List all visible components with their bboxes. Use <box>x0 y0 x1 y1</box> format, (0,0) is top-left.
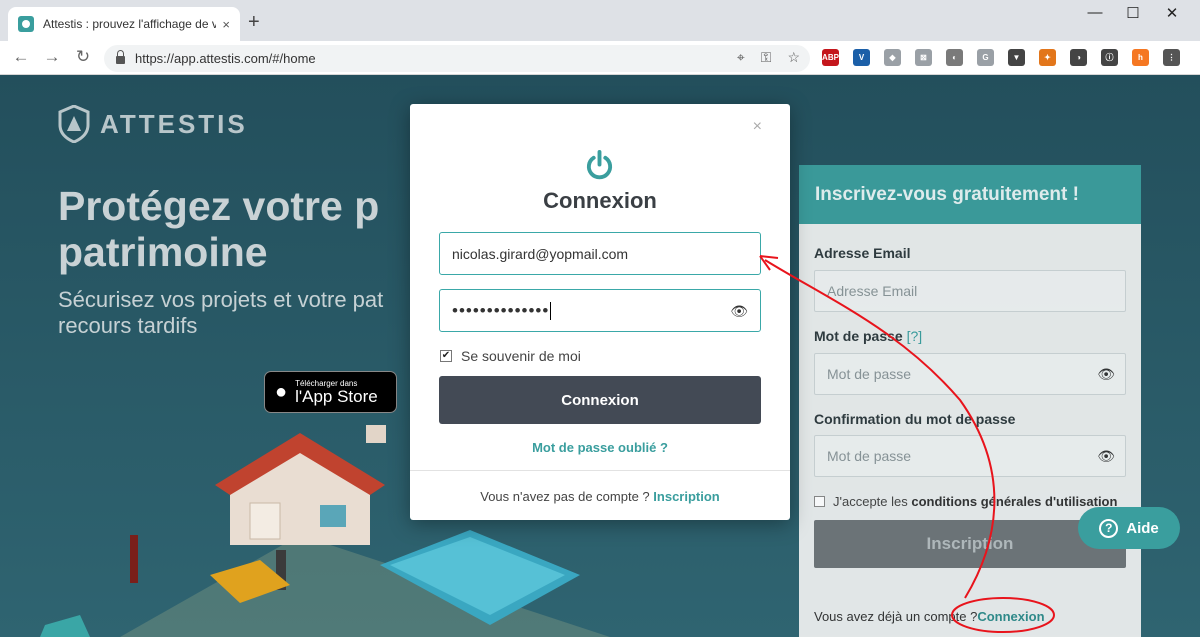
signup-email-label: Adresse Email <box>814 245 911 261</box>
power-icon <box>586 150 613 180</box>
help-button[interactable]: ? Aide <box>1078 507 1180 549</box>
login-email-value: nicolas.girard@yopmail.com <box>452 245 629 262</box>
extension-icon[interactable]: ⓘ <box>1101 49 1118 66</box>
question-icon: ? <box>1099 518 1119 538</box>
signup-footer: Vous avez déjà un compte ?Connexion <box>814 609 1045 624</box>
app-store-big-text: l'App Store <box>295 386 378 406</box>
logo-text: ATTESTIS <box>100 108 248 139</box>
remember-me-checkbox[interactable]: ✔ <box>440 350 452 362</box>
extension-icon[interactable]: ⋮ <box>1163 49 1180 66</box>
login-password-value: •••••••••••••• <box>452 300 550 320</box>
site-favicon-icon <box>18 16 34 32</box>
password-help-link[interactable]: [?] <box>907 328 923 344</box>
signup-panel: Inscrivez-vous gratuitement ! Adresse Em… <box>799 165 1141 637</box>
forgot-password-link[interactable]: Mot de passe oublié ? <box>410 440 790 455</box>
new-tab-button[interactable]: + <box>248 11 260 34</box>
signup-email-input[interactable]: Adresse Email <box>814 270 1126 312</box>
login-modal: × Connexion nicolas.girard@yopmail.com •… <box>410 104 790 520</box>
maximize-button[interactable]: ☐ <box>1113 4 1153 22</box>
hero-title: Protégez votre p patrimoine <box>58 183 408 275</box>
hero-subtitle-line: Sécurisez vos projets et votre pat <box>58 287 384 312</box>
signup-password-label: Mot de passe [?] <box>814 328 922 344</box>
apple-icon: ● <box>275 380 288 403</box>
extension-icon[interactable]: ⊠ <box>915 49 932 66</box>
signup-heading: Inscrivez-vous gratuitement ! <box>799 165 1141 224</box>
hero-subtitle: Sécurisez vos projets et votre pat recou… <box>58 287 408 339</box>
login-password-input[interactable]: •••••••••••••• 👁 <box>439 289 761 332</box>
eye-icon[interactable]: 👁 <box>1097 366 1115 383</box>
key-icon[interactable]: ⚿ <box>761 49 772 66</box>
url-text: https://app.attestis.com/#/home <box>135 51 316 66</box>
remember-me-row[interactable]: ✔ Se souvenir de moi <box>440 348 581 364</box>
terms-checkbox-row[interactable]: J'accepte les conditions générales d'uti… <box>814 494 1117 509</box>
logo-shield-icon <box>58 105 90 143</box>
terms-checkbox[interactable] <box>814 496 825 507</box>
remember-me-label: Se souvenir de moi <box>461 348 581 364</box>
signup-footer-text: Vous avez déjà un compte ? <box>814 609 978 624</box>
signup-password-label-text: Mot de passe <box>814 328 903 344</box>
modal-divider <box>410 470 790 471</box>
signup-password-input[interactable]: Mot de passe 👁 <box>814 353 1126 395</box>
extension-icon[interactable]: ◆ <box>884 49 901 66</box>
modal-footer: Vous n'avez pas de compte ? Inscription <box>410 489 790 504</box>
signup-login-link[interactable]: Connexion <box>977 609 1044 624</box>
eye-icon[interactable]: 👁 <box>730 303 748 320</box>
reload-button[interactable]: ↻ <box>72 47 94 67</box>
lock-icon <box>116 50 125 64</box>
modal-signup-link[interactable]: Inscription <box>653 489 719 504</box>
extension-icon[interactable]: ◑ <box>1070 49 1087 66</box>
minimize-button[interactable]: — <box>1075 4 1115 21</box>
signup-password-placeholder: Mot de passe <box>827 366 912 382</box>
extension-icon[interactable]: h <box>1132 49 1149 66</box>
extension-icon[interactable]: ABP <box>822 49 839 66</box>
signup-confirm-input[interactable]: Mot de passe 👁 <box>814 435 1126 477</box>
hero-title-line: Protégez votre p <box>58 183 380 229</box>
bookmark-star-icon[interactable]: ☆ <box>787 49 800 66</box>
hero-subtitle-line: recours tardifs <box>58 313 198 338</box>
login-email-input[interactable]: nicolas.girard@yopmail.com <box>439 232 761 275</box>
text-caret <box>550 301 552 320</box>
extension-icon[interactable]: G <box>977 49 994 66</box>
close-window-button[interactable]: ✕ <box>1152 4 1192 22</box>
extension-icon[interactable]: V <box>853 49 870 66</box>
modal-close-icon[interactable]: × <box>753 118 762 136</box>
browser-toolbar: ← → ↻ https://app.attestis.com/#/home ⌖ … <box>0 41 1200 75</box>
browser-tab[interactable]: Attestis : prouvez l'affichage de v × <box>8 7 240 41</box>
terms-link[interactable]: conditions générales d'utilisation <box>911 494 1117 509</box>
extension-icon[interactable]: ◐ <box>946 49 963 66</box>
tab-close-icon[interactable]: × <box>222 17 230 32</box>
app-store-badge[interactable]: ● Télécharger dans l'App Store <box>264 371 397 413</box>
tab-title: Attestis : prouvez l'affichage de v <box>43 17 217 31</box>
eye-icon[interactable]: 👁 <box>1097 448 1115 465</box>
location-icon[interactable]: ⌖ <box>737 49 745 66</box>
modal-title: Connexion <box>543 188 657 213</box>
tab-strip: Attestis : prouvez l'affichage de v × + … <box>0 0 1200 41</box>
attestis-logo[interactable]: ATTESTIS <box>58 105 248 143</box>
hero-title-line: patrimoine <box>58 229 268 275</box>
forward-button[interactable]: → <box>41 47 63 67</box>
signup-confirm-label: Confirmation du mot de passe <box>814 411 1016 427</box>
extension-icon[interactable]: ▼ <box>1008 49 1025 66</box>
address-bar[interactable]: https://app.attestis.com/#/home ⌖ ⚿ ☆ <box>104 45 810 72</box>
modal-footer-text: Vous n'avez pas de compte ? <box>480 489 650 504</box>
help-button-label: Aide <box>1126 519 1159 537</box>
extension-icon[interactable]: ✦ <box>1039 49 1056 66</box>
back-button[interactable]: ← <box>10 47 32 67</box>
signup-confirm-placeholder: Mot de passe <box>827 448 912 464</box>
terms-prefix: J'accepte les <box>833 494 908 509</box>
login-submit-button[interactable]: Connexion <box>439 376 761 424</box>
